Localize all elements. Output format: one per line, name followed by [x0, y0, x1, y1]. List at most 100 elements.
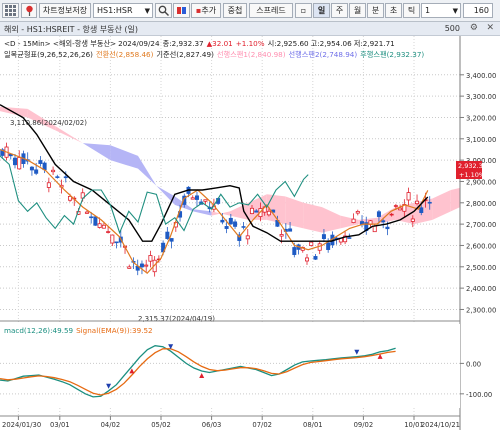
- period-minute-button[interactable]: 분: [367, 3, 384, 18]
- x-tick-label: 03/01: [50, 421, 70, 429]
- candle-body: [351, 218, 356, 223]
- candle-body: [326, 242, 331, 250]
- chart-svg[interactable]: <D - 15Min> <해외-항생 부동산> 2024/09/24 종:2,932…: [0, 36, 500, 430]
- macd-label: macd(12,26):49.59: [4, 326, 74, 335]
- grid-menu-icon[interactable]: [2, 3, 19, 18]
- interval-value: 1: [425, 6, 431, 15]
- period-second-button[interactable]: 초: [385, 3, 402, 18]
- candle-body: [203, 199, 208, 202]
- candle-body: [165, 231, 170, 239]
- candle-body: [419, 207, 424, 214]
- symbol-input[interactable]: HS1:HSR ▼: [93, 3, 153, 18]
- settings-icon[interactable]: ⚙: [470, 23, 478, 33]
- y-tick-label: 2,900.00: [466, 178, 496, 186]
- chart-area[interactable]: <D - 15Min> <해외-항생 부동산> 2024/09/24 종:2,932…: [0, 36, 500, 430]
- ichimoku-name: 일목균형표(9,26,52,26,26): [4, 50, 93, 59]
- macd-y-tick-label: -100.00: [466, 391, 492, 399]
- candle-body: [398, 207, 403, 211]
- candle-body: [292, 247, 297, 255]
- y-tick-label: 2,700.00: [466, 221, 496, 229]
- candle-body: [406, 192, 411, 201]
- overlap-button[interactable]: 중첩: [223, 3, 247, 18]
- low-annotation: 2,315.37(2024/04/19): [138, 315, 215, 323]
- candle-body: [144, 264, 149, 267]
- macd-y-axis[interactable]: 0.00 -100.00: [460, 360, 492, 399]
- add-button[interactable]: ▪ 추가: [191, 3, 221, 18]
- candle-body: [254, 210, 259, 213]
- candle-body: [51, 169, 56, 173]
- candle-body: [228, 217, 233, 225]
- candle-body: [93, 216, 98, 226]
- candle-body: [376, 211, 381, 217]
- candle-body: [127, 266, 132, 269]
- last-pct-label: +1.10%: [459, 171, 485, 179]
- x-tick-label: 06/03: [202, 421, 222, 429]
- candle-body: [393, 205, 398, 207]
- candle-body: [266, 210, 271, 216]
- y-tick-label: 3,400.00: [466, 72, 496, 80]
- close-icon[interactable]: ✕: [486, 23, 494, 33]
- high-annotation: 3,110.86(2024/02/02): [10, 119, 87, 127]
- square-icon: ▫: [300, 6, 307, 15]
- y-tick-label: 2,800.00: [466, 200, 496, 208]
- candle-body: [309, 241, 314, 246]
- candle-body: [55, 176, 60, 178]
- candle-body: [38, 160, 43, 164]
- price-legend: <D - 15Min> <해외-항생 부동산> 2024/09/24 종:2,932…: [4, 39, 395, 48]
- y-tick-label: 3,100.00: [466, 136, 496, 144]
- cloud-segment: [303, 202, 322, 233]
- candle-body: [169, 238, 174, 242]
- y-tick-label: 2,500.00: [466, 264, 496, 272]
- y-tick-label: 3,300.00: [466, 93, 496, 101]
- symbol-value: HS1:HSR: [97, 6, 133, 15]
- legend-close: 종:2,932.37: [163, 39, 204, 48]
- period-week-button[interactable]: 주: [331, 3, 348, 18]
- candle-body: [46, 182, 51, 188]
- candle-body: [385, 226, 390, 230]
- count-input[interactable]: 160: [463, 3, 493, 18]
- color-picker-icon[interactable]: [173, 3, 190, 18]
- pin-icon[interactable]: [21, 3, 37, 18]
- ichimoku-span-a: 선행스팬1(2,840.98): [217, 50, 286, 59]
- period-tick-button[interactable]: 틱: [403, 3, 420, 18]
- total-count: 500: [444, 24, 460, 33]
- y-tick-label: 2,300.00: [466, 306, 496, 314]
- x-tick-label: 2024/01/30: [2, 421, 41, 429]
- macd-pane[interactable]: [0, 324, 460, 408]
- candle-body: [427, 201, 432, 204]
- chart-title-bar: 해외 - HS1:HSREIT - 항생 부동산 (일) 500 ⚙ ✕: [0, 22, 500, 36]
- candle-body: [249, 207, 254, 215]
- period-month-button[interactable]: 월: [349, 3, 366, 18]
- spread-button[interactable]: 스프레드: [249, 3, 293, 18]
- color-glyph: [177, 7, 186, 14]
- ichimoku-base: 기준선(2,827.49): [156, 50, 214, 59]
- candle-body: [89, 216, 94, 219]
- date-x-axis[interactable]: 2024/01/30 03/01 04/02 05/02 06/03 07/02 08/01…: [2, 416, 461, 429]
- candle-body: [389, 213, 394, 216]
- legend-prefix: <D - 15Min> <해외-항생 부동산>: [4, 39, 116, 48]
- candle-body: [241, 226, 246, 228]
- candle-body: [381, 220, 386, 223]
- legend-change-pct: +1.10%: [236, 39, 265, 48]
- candle-body: [148, 255, 153, 262]
- legend-date: 2024/09/24: [118, 39, 160, 48]
- period-day-button[interactable]: 일: [313, 3, 330, 18]
- candle-body: [63, 176, 68, 179]
- candle-body: [12, 157, 17, 166]
- grid-icon: [5, 5, 16, 16]
- candle-body: [29, 166, 34, 171]
- candle-body: [17, 157, 22, 170]
- y-tick-label: 2,400.00: [466, 285, 496, 293]
- candle-body: [288, 228, 293, 232]
- y-tick-label: 3,200.00: [466, 114, 496, 122]
- pin-glyph: [25, 5, 33, 16]
- price-y-axis[interactable]: 3,400.003,300.003,200.003,100.003,000.00…: [460, 72, 496, 315]
- symbol-search-icon[interactable]: [155, 3, 172, 18]
- interval-dropdown-icon: ▼: [452, 6, 458, 15]
- chart-save-button[interactable]: 차트정보저장: [39, 3, 91, 18]
- tool-icon[interactable]: ▫: [295, 3, 312, 18]
- candle-body: [97, 223, 102, 228]
- interval-input[interactable]: 1 ▼: [421, 3, 461, 18]
- candle-body: [34, 169, 39, 174]
- candle-body: [106, 231, 111, 233]
